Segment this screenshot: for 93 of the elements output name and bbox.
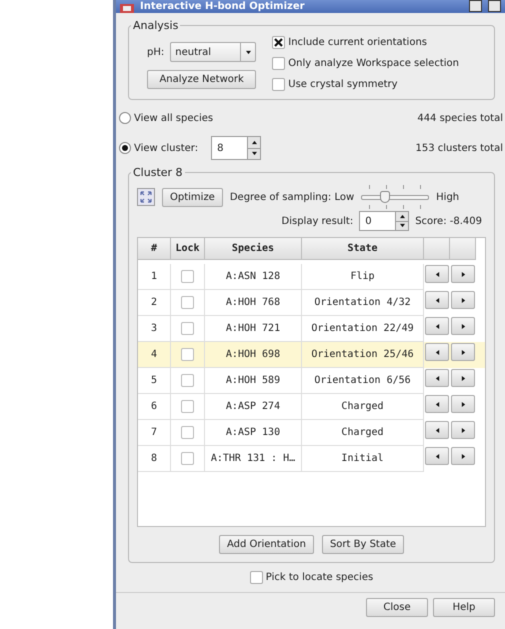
analyze-network-button[interactable]: Analyze Network [147,70,256,89]
left-arrow-icon [434,454,440,458]
radio-label: View all species [134,112,214,124]
up-arrow-icon [252,140,257,145]
next-button[interactable] [451,447,475,465]
previous-button[interactable] [425,369,449,387]
radio-label: View cluster: [134,142,198,154]
previous-button[interactable] [425,317,449,335]
checkbox[interactable] [250,571,263,584]
next-button[interactable] [451,343,475,361]
group-title: Cluster 8 [132,166,184,179]
table-cell: Initial [302,446,424,472]
table-cell: A:THR 131 : H… [205,446,302,472]
left-arrow-icon [434,376,440,380]
column-header[interactable]: Lock [171,238,205,260]
optimize-button[interactable]: Optimize [162,188,223,206]
left-arrow-icon [434,350,440,354]
result-spinbox[interactable]: 0 [359,211,410,231]
down-arrow-icon [252,151,257,156]
slider-thumb[interactable] [380,191,390,203]
sampling-slider[interactable] [361,191,430,203]
up-arrow-icon [400,214,405,219]
column-header[interactable] [450,238,476,260]
pick-label: Pick to locate species [266,572,374,583]
checkbox[interactable] [272,36,286,49]
option-label: Include current orientations [288,37,427,48]
checkbox[interactable] [272,57,286,70]
total-count: 444 species total [417,112,503,124]
lock-checkbox[interactable] [181,348,194,361]
table-row[interactable]: 4 A:HOH 698 Orientation 25/46 [138,342,485,368]
right-arrow-icon [460,454,466,458]
lock-checkbox[interactable] [181,296,194,309]
next-button[interactable] [451,421,475,439]
maximize-button[interactable] [488,0,501,12]
option-label: Use crystal symmetry [288,79,398,90]
radio-button[interactable] [119,112,131,124]
caret-icon [246,50,251,54]
lock-checkbox[interactable] [181,374,194,387]
right-arrow-icon [460,376,466,380]
right-arrow-icon [460,272,466,276]
column-header[interactable]: # [138,238,171,260]
left-arrow-icon [434,324,440,328]
checkbox[interactable] [272,78,286,91]
ph-label: pH: [147,46,164,58]
previous-button[interactable] [425,291,449,309]
table-cell: 8 [138,446,171,472]
right-arrow-icon [460,402,466,406]
previous-button[interactable] [425,421,449,439]
next-button[interactable] [451,265,475,283]
right-arrow-icon [460,298,466,302]
previous-button[interactable] [425,265,449,283]
down-arrow-icon [400,223,405,228]
left-arrow-icon [434,402,440,406]
high-label: High [436,192,460,202]
score-label: Score: -8.409 [415,216,482,226]
expand-button[interactable] [137,188,155,206]
total-count: 153 clusters total [415,142,503,154]
option-label: Only analyze Workspace selection [288,58,459,69]
footer-button[interactable]: Help [433,598,495,617]
lock-checkbox[interactable] [181,400,194,413]
previous-button[interactable] [425,447,449,465]
next-button[interactable] [451,395,475,413]
lock-checkbox[interactable] [181,426,194,439]
expand-icon [140,191,152,203]
footer-button[interactable]: Close [366,598,428,617]
previous-button[interactable] [425,395,449,413]
radio-button[interactable] [119,142,131,154]
lock-checkbox[interactable] [181,452,194,465]
ph-dropdown[interactable]: neutral [170,42,256,62]
action-button[interactable]: Sort By State [322,535,404,554]
right-arrow-icon [460,350,466,354]
display-result-label: Display result: [282,216,354,226]
lock-checkbox[interactable] [181,270,194,283]
minimize-button[interactable] [469,0,482,12]
cluster-spinbox[interactable]: 8 [211,136,262,160]
column-header[interactable]: State [302,238,424,260]
right-arrow-icon [460,428,466,432]
left-arrow-icon [434,428,440,432]
group-title: Analysis [132,19,180,32]
window-title: Interactive H-bond Optimizer [140,1,305,13]
sampling-label: Degree of sampling: Low [230,192,354,202]
previous-button[interactable] [425,343,449,361]
app-icon [120,4,134,13]
column-header[interactable]: Species [205,238,302,260]
lock-checkbox[interactable] [181,322,194,335]
next-button[interactable] [451,291,475,309]
action-button[interactable]: Add Orientation [218,535,314,554]
left-arrow-icon [434,272,440,276]
right-arrow-icon [460,324,466,328]
left-arrow-icon [434,298,440,302]
next-button[interactable] [451,317,475,335]
next-button[interactable] [451,369,475,387]
column-header[interactable] [424,238,450,260]
